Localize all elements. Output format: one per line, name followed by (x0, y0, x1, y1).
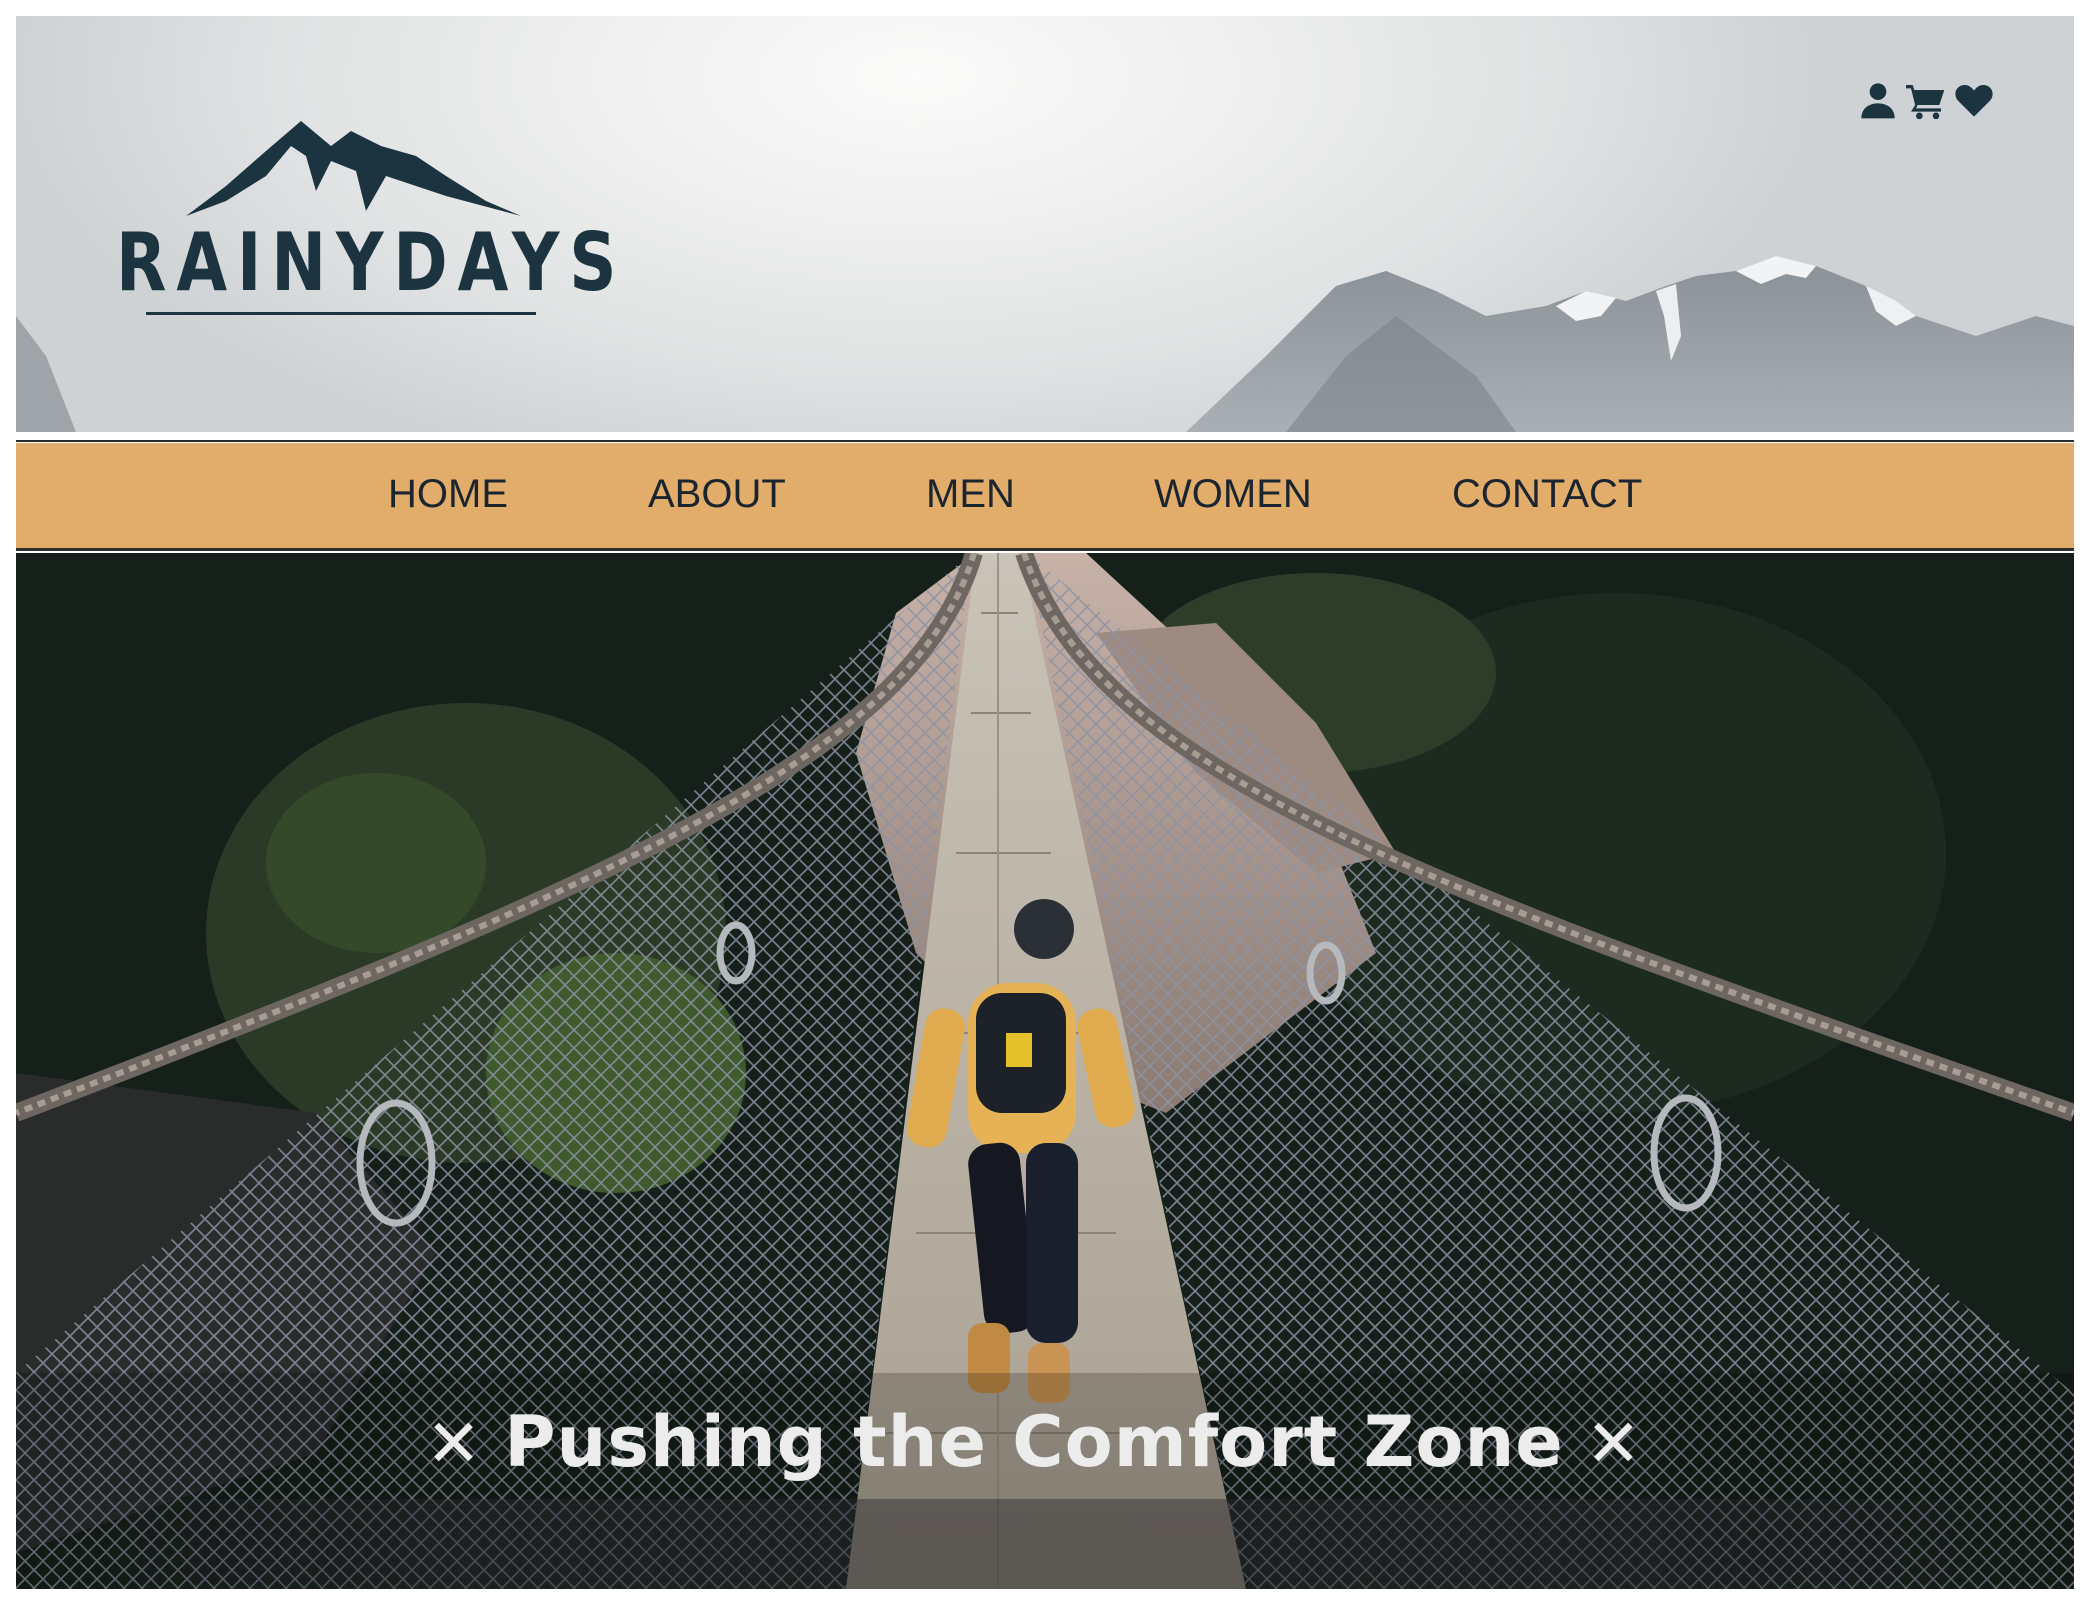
nav-contact[interactable]: CONTACT (1452, 472, 1642, 517)
logo-mountain-icon (186, 121, 521, 216)
nav-home[interactable]: HOME (388, 472, 508, 517)
nav-about[interactable]: ABOUT (648, 472, 786, 517)
caption-band (16, 1499, 2074, 1589)
header-divider (16, 432, 2074, 442)
logo-underline (146, 312, 536, 315)
site-header: RAINYDAYS (16, 16, 2074, 432)
hero-banner: ✕ Pushing the Comfort Zone ✕ (16, 553, 2074, 1589)
nav-men[interactable]: MEN (926, 472, 1015, 517)
user-icon[interactable] (1856, 78, 1900, 122)
heart-icon[interactable] (1952, 78, 1996, 122)
cart-icon[interactable] (1904, 78, 1948, 122)
rainydays-logo[interactable]: RAINYDAYS (116, 116, 627, 326)
header-icon-group (1856, 78, 1996, 122)
main-navigation: HOME ABOUT MEN WOMEN CONTACT (16, 443, 2074, 551)
caption-right-mark: ✕ (1585, 1405, 1643, 1482)
nav-women[interactable]: WOMEN (1154, 472, 1312, 517)
brand-wordmark: RAINYDAYS (116, 216, 627, 309)
hero-caption: ✕ Pushing the Comfort Zone ✕ (16, 1401, 2074, 1483)
hero-caption-text: Pushing the Comfort Zone (504, 1401, 1564, 1483)
caption-left-mark: ✕ (425, 1405, 483, 1482)
